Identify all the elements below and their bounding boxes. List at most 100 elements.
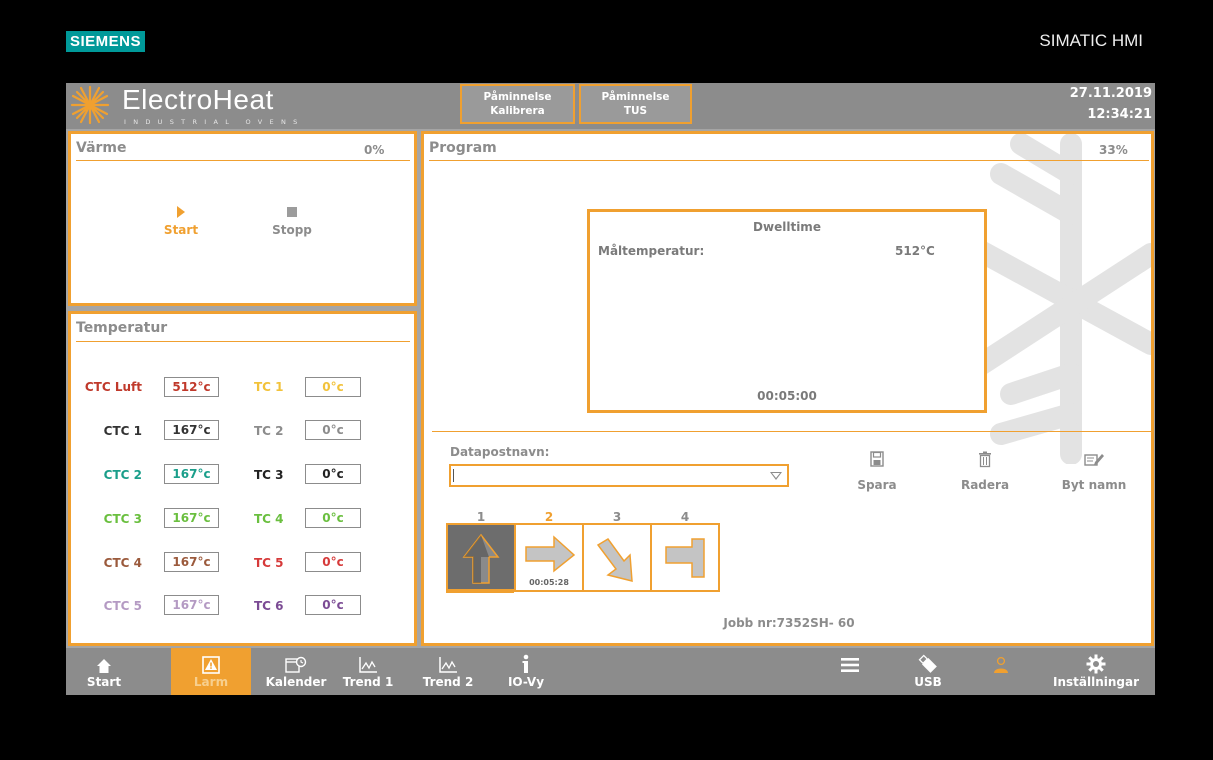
varme-title: Värme (76, 140, 127, 156)
alarm-warning-icon (202, 656, 220, 674)
header: ElectroHeat INDUSTRIAL OVENS Påminnelse … (66, 83, 1155, 129)
trash-icon (979, 451, 991, 468)
rename-edit-icon (1084, 454, 1104, 466)
rename-label: Byt namn (1061, 478, 1127, 492)
nav-trend2-label: Trend 2 (422, 675, 474, 689)
dropdown-arrow-icon[interactable] (770, 472, 782, 480)
tc2-value: 0°c (305, 420, 361, 440)
step-number-3: 3 (612, 510, 622, 524)
nav-trend2-button[interactable]: Trend 2 (418, 648, 478, 695)
varme-percent: 0% (364, 143, 385, 157)
step-duration: 00:05:28 (529, 578, 569, 587)
tc4-value: 0°c (305, 508, 361, 528)
nav-trend1-button[interactable]: Trend 1 (338, 648, 398, 695)
tc3-label: TC 3 (254, 468, 284, 482)
rename-button[interactable]: Byt namn (1054, 450, 1134, 492)
tc6-value: 0°c (305, 595, 361, 615)
logo-subtitle: INDUSTRIAL OVENS (124, 118, 305, 126)
stop-heat-button[interactable]: Stopp (267, 207, 317, 237)
dwell-box: Dwelltime Måltemperatur: 512°C 00:05:00 (587, 209, 987, 413)
info-icon (522, 654, 529, 673)
program-step-3[interactable] (582, 523, 652, 592)
reminder-line2: TUS (623, 105, 648, 117)
job-number: Jobb nr:7352SH- 60 (723, 616, 855, 630)
target-temp-value: 512°C (895, 244, 935, 258)
nav-larm-button[interactable]: Larm (171, 648, 251, 695)
save-button[interactable]: Spara (847, 450, 907, 492)
step-number-4: 4 (680, 510, 690, 524)
datapost-select[interactable] (449, 464, 789, 487)
start-heat-button[interactable]: Start (156, 206, 206, 237)
ctc2-value: 167°c (164, 464, 219, 484)
flat-hold-icon (665, 538, 705, 578)
tc1-label: TC 1 (254, 380, 284, 394)
divider (76, 160, 410, 161)
datapost-label: Datapostnavn: (450, 445, 550, 459)
dwell-time-value: 00:05:00 (757, 389, 817, 403)
trend-chart-icon (359, 657, 377, 673)
temperatur-panel: Temperatur CTC Luft 512°c TC 1 0°c CTC 1… (68, 311, 417, 646)
stop-icon (287, 207, 297, 217)
hmi-screen: ElectroHeat INDUSTRIAL OVENS Påminnelse … (66, 83, 1155, 695)
save-label: Spara (857, 478, 897, 492)
nav-start-button[interactable]: Start (84, 648, 124, 695)
dwell-title: Dwelltime (753, 220, 821, 234)
ctc4-value: 167°c (164, 552, 219, 572)
tc5-label: TC 5 (254, 556, 284, 570)
ctc1-value: 167°c (164, 420, 219, 440)
nav-user-button[interactable] (986, 648, 1016, 695)
nav-trend1-label: Trend 1 (342, 675, 394, 689)
arrow-up-icon (462, 533, 500, 584)
gear-icon (1086, 654, 1106, 674)
reminder-line1: Påminnelse (483, 91, 552, 103)
ctc1-label: CTC 1 (103, 424, 142, 438)
delete-button[interactable]: Radera (955, 450, 1015, 492)
arrow-down-right-icon (596, 538, 633, 582)
nav-start-label: Start (86, 675, 122, 689)
program-panel: Program 33% Dwelltime Måltemperatur: 512… (421, 131, 1154, 646)
logo-title: ElectroHeat (122, 84, 274, 115)
reminder-calibrate-button[interactable]: Påminnelse Kalibrera (460, 84, 575, 124)
temperatur-title: Temperatur (76, 320, 168, 336)
step-number-1: 1 (476, 510, 486, 524)
tc5-value: 0°c (305, 552, 361, 572)
arrow-right-icon (525, 535, 576, 573)
nav-kalender-button[interactable]: Kalender (256, 648, 336, 695)
reminder-line2: Kalibrera (490, 105, 545, 117)
tc3-value: 0°c (305, 464, 361, 484)
ctc4-label: CTC 4 (103, 556, 142, 570)
trend-chart-icon (439, 657, 457, 673)
nav-usb-button[interactable]: USB (908, 648, 948, 695)
program-step-1[interactable] (446, 523, 516, 592)
tc6-label: TC 6 (254, 599, 284, 613)
ctc-luft-label: CTC Luft (84, 380, 142, 394)
delete-label: Radera (960, 478, 1010, 492)
date-display: 27.11.2019 (1069, 86, 1152, 101)
target-temp-label: Måltemperatur: (598, 244, 705, 258)
nav-usb-label: USB (914, 675, 942, 689)
home-icon (97, 659, 111, 673)
logo-star-icon (70, 85, 110, 125)
program-step-4[interactable] (650, 523, 720, 592)
play-icon (177, 206, 185, 218)
nav-io-button[interactable]: IO-Vy (496, 648, 556, 695)
step-number-2: 2 (544, 510, 554, 524)
program-step-2[interactable]: 00:05:28 (514, 523, 584, 592)
divider (429, 160, 1149, 161)
start-label: Start (163, 223, 199, 237)
bottom-nav: Start Larm Kalender Trend 1 Trend 2 IO-V… (66, 648, 1155, 695)
nav-settings-label: Inställningar (1052, 675, 1139, 689)
nav-menu-button[interactable] (830, 648, 870, 695)
reminder-tus-button[interactable]: Påminnelse TUS (579, 84, 692, 124)
stop-label: Stopp (272, 223, 312, 237)
nav-io-label: IO-Vy (507, 675, 545, 689)
ctc-luft-value: 512°c (164, 377, 219, 397)
bezel-model: SIMATIC HMI (1039, 31, 1143, 50)
program-percent: 33% (1099, 143, 1128, 157)
ctc2-label: CTC 2 (103, 468, 142, 482)
hamburger-menu-icon (841, 658, 859, 672)
floppy-disk-icon (870, 451, 884, 467)
tc2-label: TC 2 (254, 424, 284, 438)
calendar-clock-icon (285, 656, 307, 673)
nav-settings-button[interactable]: Inställningar (1046, 648, 1146, 695)
